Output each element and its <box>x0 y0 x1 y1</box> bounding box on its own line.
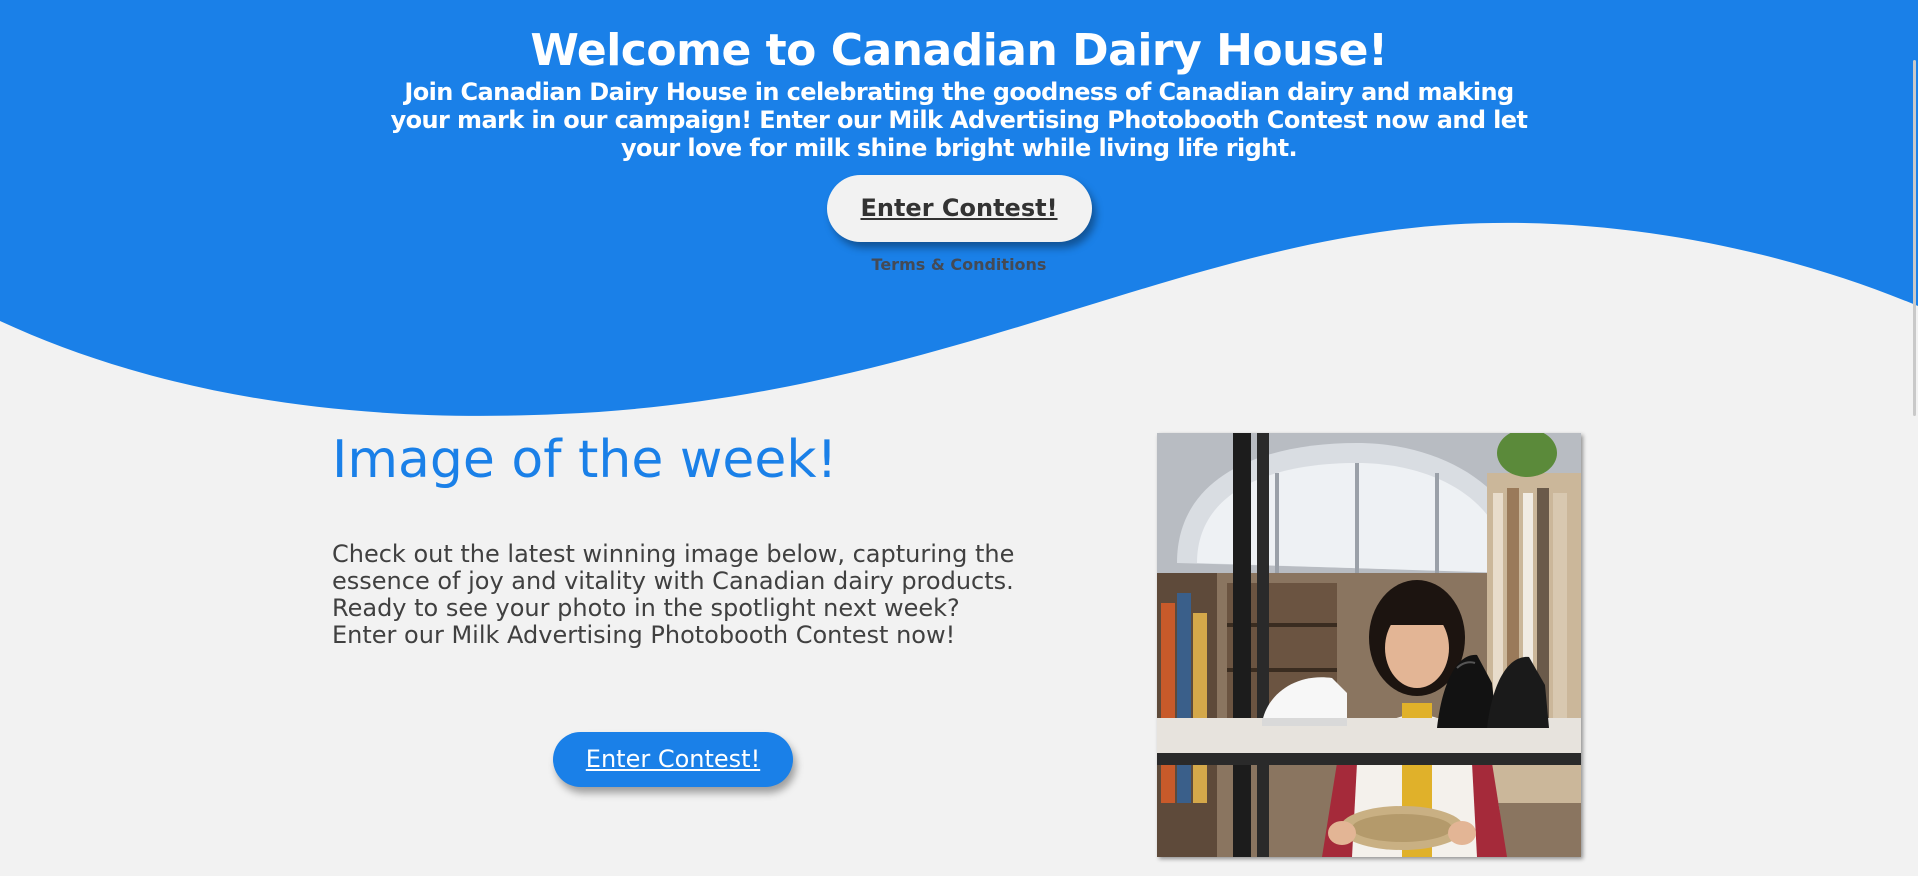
woman-examining-shoes-photo <box>1157 433 1581 857</box>
winning-photo <box>1157 433 1581 857</box>
scrollbar-thumb[interactable] <box>1913 60 1916 416</box>
week-enter-contest-button[interactable]: Enter Contest! <box>553 732 793 787</box>
terms-conditions-link[interactable]: Terms & Conditions <box>0 255 1918 274</box>
hero-subtitle: Join Canadian Dairy House in celebrating… <box>390 78 1528 162</box>
landing-page: Welcome to Canadian Dairy House! Join Ca… <box>0 0 1918 876</box>
hero-enter-contest-button[interactable]: Enter Contest! <box>826 175 1092 242</box>
hero-section: Welcome to Canadian Dairy House! Join Ca… <box>0 0 1918 274</box>
hero-title: Welcome to Canadian Dairy House! <box>530 25 1388 76</box>
image-of-week-heading: Image of the week! <box>332 430 838 490</box>
image-of-week-description: Check out the latest winning image below… <box>332 540 1015 649</box>
